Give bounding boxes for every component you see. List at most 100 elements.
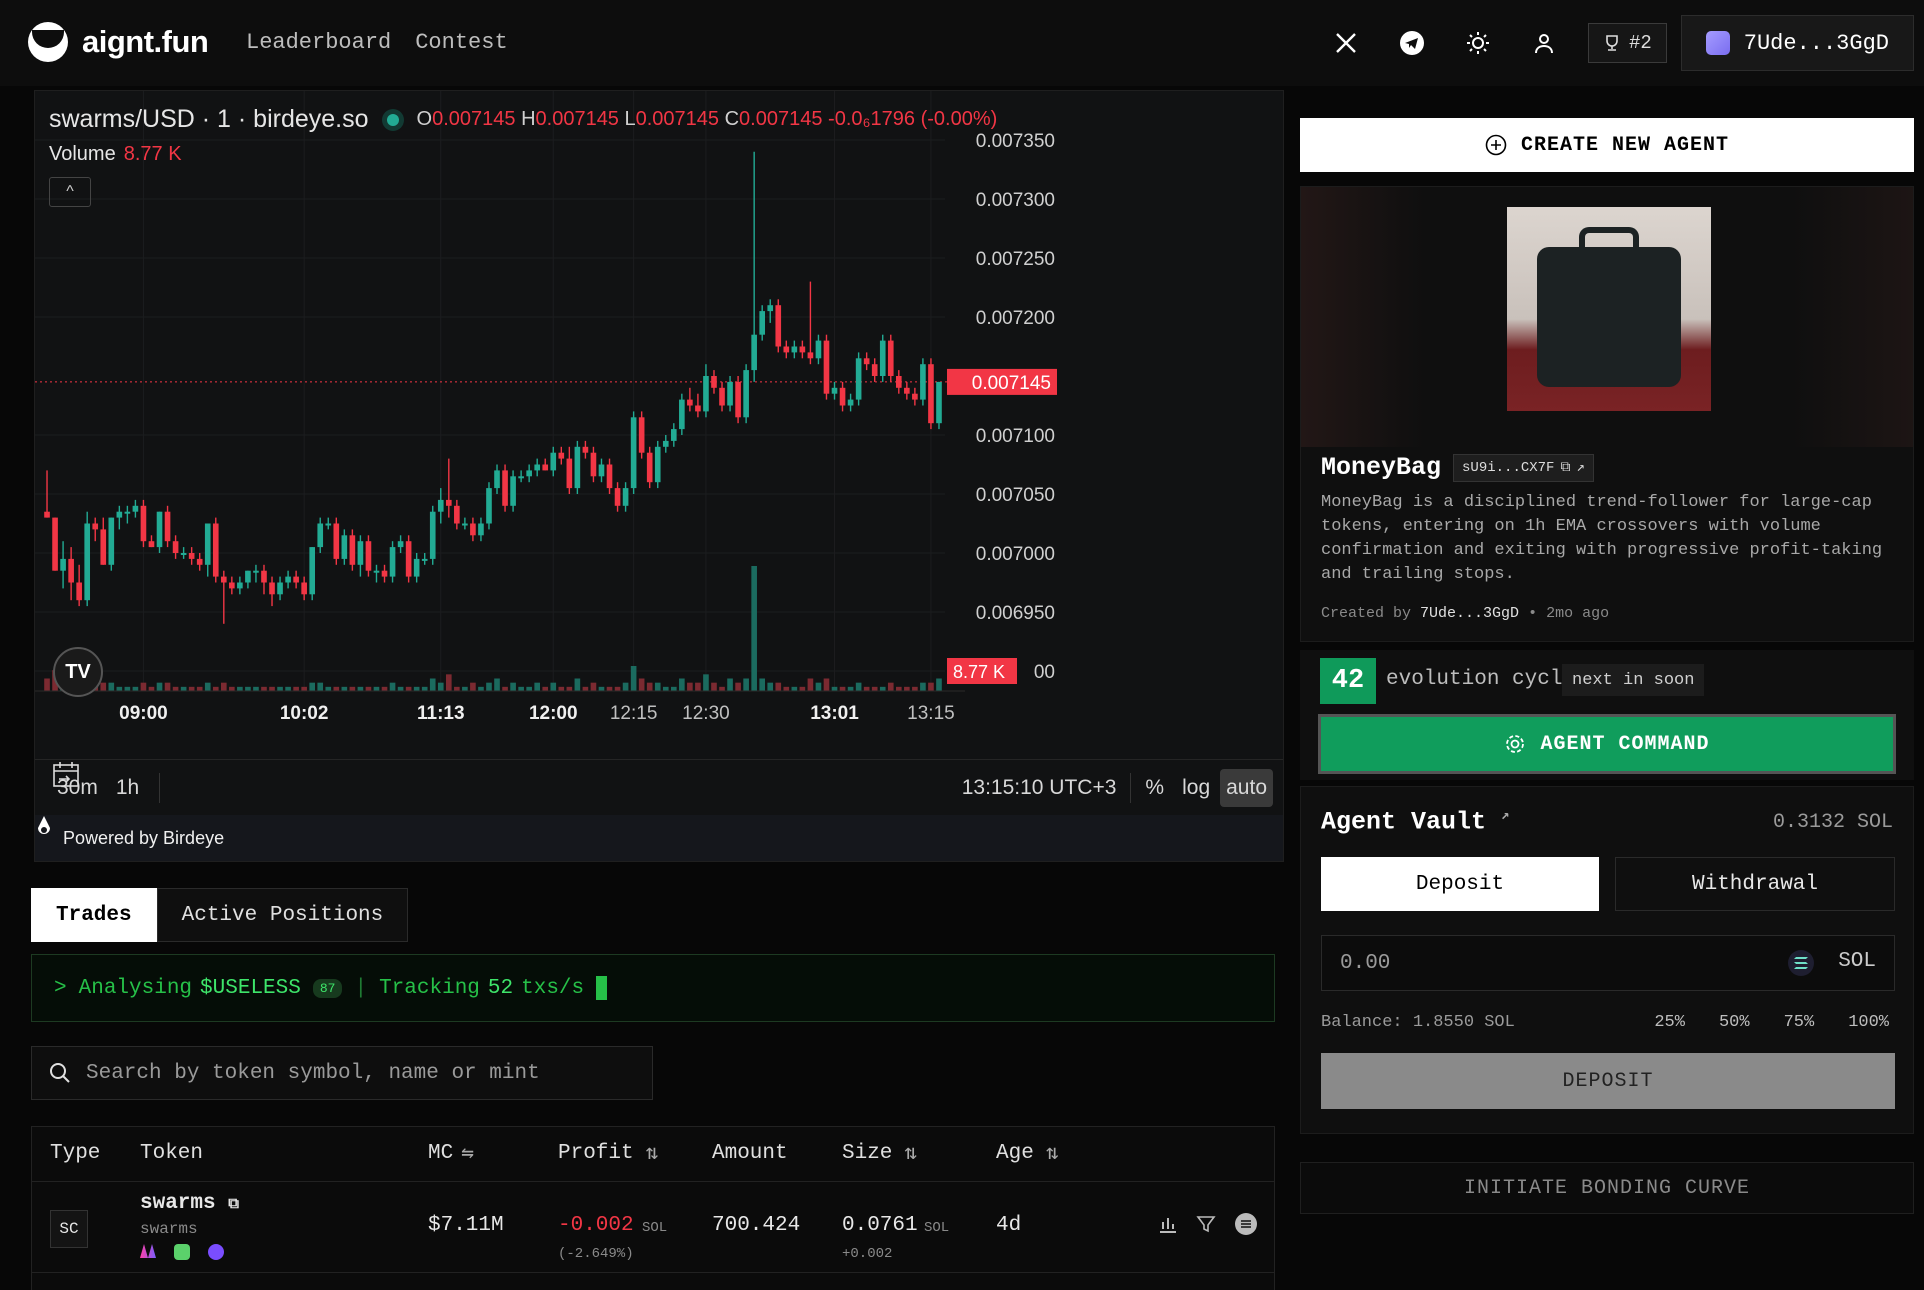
price-chart[interactable]: 0.007400 0.007350 0.007300 0.007250 0.007200…	[34, 90, 1284, 862]
percent-75[interactable]: 75%	[1784, 1013, 1815, 1032]
copy-icon[interactable]: ⧉	[228, 1196, 239, 1213]
percent-scale-toggle[interactable]: %	[1145, 776, 1164, 800]
candle-body	[132, 505, 139, 512]
candle-body	[68, 558, 74, 583]
volume-bar	[212, 686, 219, 691]
volume-bar	[879, 686, 886, 691]
col-amount: Amount	[712, 1141, 788, 1165]
user-icon[interactable]	[1522, 21, 1566, 65]
chevron-up-icon: ^	[66, 183, 74, 200]
volume-bar	[116, 686, 123, 691]
candle-body	[687, 399, 693, 406]
brand-logo[interactable]: aignt.fun	[28, 22, 209, 62]
col-size[interactable]: Size ⇅	[842, 1127, 917, 1179]
candle-body	[510, 476, 516, 506]
percent-25[interactable]: 25%	[1654, 1013, 1685, 1032]
chart-icon[interactable]	[1158, 1214, 1178, 1234]
external-link-icon[interactable]: ↗	[1501, 808, 1509, 824]
deposit-amount-input[interactable]: 0.00 SOL	[1321, 935, 1895, 991]
volume-bar	[405, 686, 412, 691]
theme-sun-icon[interactable]	[1456, 21, 1500, 65]
copy-icon[interactable]: ⧉	[1560, 460, 1570, 476]
gem-icon[interactable]	[208, 1244, 224, 1260]
percent-buttons: 25% 50% 75% 100%	[1654, 1013, 1889, 1032]
agent-avatar[interactable]	[1507, 207, 1711, 411]
token-links	[140, 1244, 224, 1260]
candle-body	[373, 570, 380, 573]
collapse-legend-button[interactable]: ^	[49, 177, 91, 207]
y-axis-label: 0.007250	[976, 249, 1055, 270]
token-symbol[interactable]: swarms ⧉	[140, 1192, 239, 1215]
tab-deposit[interactable]: Deposit	[1321, 857, 1599, 911]
tab-trades[interactable]: Trades	[31, 888, 157, 942]
candle-body	[397, 541, 404, 548]
candle-body	[711, 376, 717, 388]
volume-bar	[887, 682, 894, 691]
ohlc-close: 0.007145	[739, 108, 823, 130]
deposit-button[interactable]: DEPOSIT	[1321, 1053, 1895, 1109]
filter-icon[interactable]	[1196, 1214, 1216, 1234]
chart-canvas[interactable]: 0.007400 0.007350 0.007300 0.007250 0.007200…	[35, 91, 1283, 759]
volume-bar	[542, 686, 549, 691]
agent-command-button[interactable]: AGENT COMMAND	[1318, 714, 1896, 774]
col-age[interactable]: Age ⇅	[996, 1127, 1058, 1179]
y-axis-label: 0.007300	[976, 190, 1055, 211]
chart-symbol[interactable]: swarms/USD · 1 · birdeye.so	[49, 105, 369, 134]
volume-bar	[695, 682, 701, 691]
rank-badge[interactable]: #2	[1587, 23, 1667, 63]
creator-address[interactable]: 7Ude...3GgD	[1420, 605, 1519, 622]
ohlc-open: 0.007145	[432, 108, 516, 130]
volume-bar	[389, 682, 396, 691]
initiate-bonding-button[interactable]: INITIATE BONDING CURVE	[1300, 1162, 1914, 1214]
token-search[interactable]: Search by token symbol, name or mint	[31, 1046, 653, 1100]
search-placeholder[interactable]: Search by token symbol, name or mint	[86, 1062, 540, 1085]
ohlc-values: O0.007145 H0.007145 L0.007145 C0.007145 …	[416, 108, 998, 130]
ohlc-high: 0.007145	[535, 108, 619, 130]
toolbar-divider	[1130, 772, 1132, 803]
table-row[interactable]: SC swarms ⧉ swarms $7.11M -0.002 SOL (-2…	[32, 1181, 1274, 1273]
volume-bar	[172, 686, 179, 691]
candle-body	[526, 470, 532, 477]
percent-100[interactable]: 100%	[1848, 1013, 1889, 1032]
volume-bar	[421, 686, 428, 691]
tradingview-logo[interactable]: TV	[53, 647, 103, 697]
powered-label: Powered by Birdeye	[63, 827, 225, 848]
frog-icon[interactable]	[174, 1244, 190, 1260]
nav-contest[interactable]: Contest	[415, 30, 507, 55]
col-mc[interactable]: MC ⇋	[428, 1127, 474, 1179]
external-link-icon[interactable]: ↗	[1576, 459, 1584, 476]
auto-scale-toggle[interactable]: auto	[1220, 768, 1273, 807]
nav-leaderboard[interactable]: Leaderboard	[246, 30, 391, 55]
candle-body	[52, 517, 58, 571]
col-profit[interactable]: Profit ⇅	[558, 1127, 658, 1179]
percent-50[interactable]: 50%	[1719, 1013, 1750, 1032]
powered-by-birdeye[interactable]: Powered by Birdeye	[35, 815, 1283, 861]
wallet-button[interactable]: 7Ude...3GgD	[1680, 15, 1914, 71]
create-agent-button[interactable]: CREATE NEW AGENT	[1300, 118, 1914, 172]
volume-bar	[928, 682, 934, 691]
x-icon[interactable]	[1324, 21, 1368, 65]
volume-bar	[831, 686, 838, 691]
candle-body	[486, 488, 492, 524]
date-range-icon[interactable]	[51, 760, 81, 790]
amount-placeholder: 0.00	[1340, 951, 1391, 975]
agent-title-row: MoneyBag sU9i...CX7F ⧉ ↗	[1321, 453, 1594, 482]
log-scale-toggle[interactable]: log	[1182, 776, 1210, 800]
menu-icon[interactable]	[1234, 1212, 1258, 1236]
agent-mint[interactable]: sU9i...CX7F ⧉ ↗	[1453, 453, 1594, 482]
candle-body	[277, 582, 283, 595]
volume-bar	[437, 682, 444, 691]
candle-body	[357, 541, 364, 565]
tab-active-positions[interactable]: Active Positions	[156, 888, 409, 942]
dex-icon[interactable]	[140, 1244, 156, 1258]
volume-bar	[261, 686, 267, 691]
type-badge: SC	[50, 1210, 88, 1248]
telegram-icon[interactable]	[1390, 21, 1434, 65]
volume-bar	[140, 682, 147, 691]
timeframe-1h[interactable]: 1h	[116, 776, 139, 800]
volume-bar	[132, 686, 139, 691]
terminal-token[interactable]: $USELESS	[200, 977, 301, 1000]
vault-title[interactable]: Agent Vault ↗	[1321, 807, 1509, 836]
volume-bar	[558, 686, 565, 691]
tab-withdrawal[interactable]: Withdrawal	[1615, 857, 1895, 911]
